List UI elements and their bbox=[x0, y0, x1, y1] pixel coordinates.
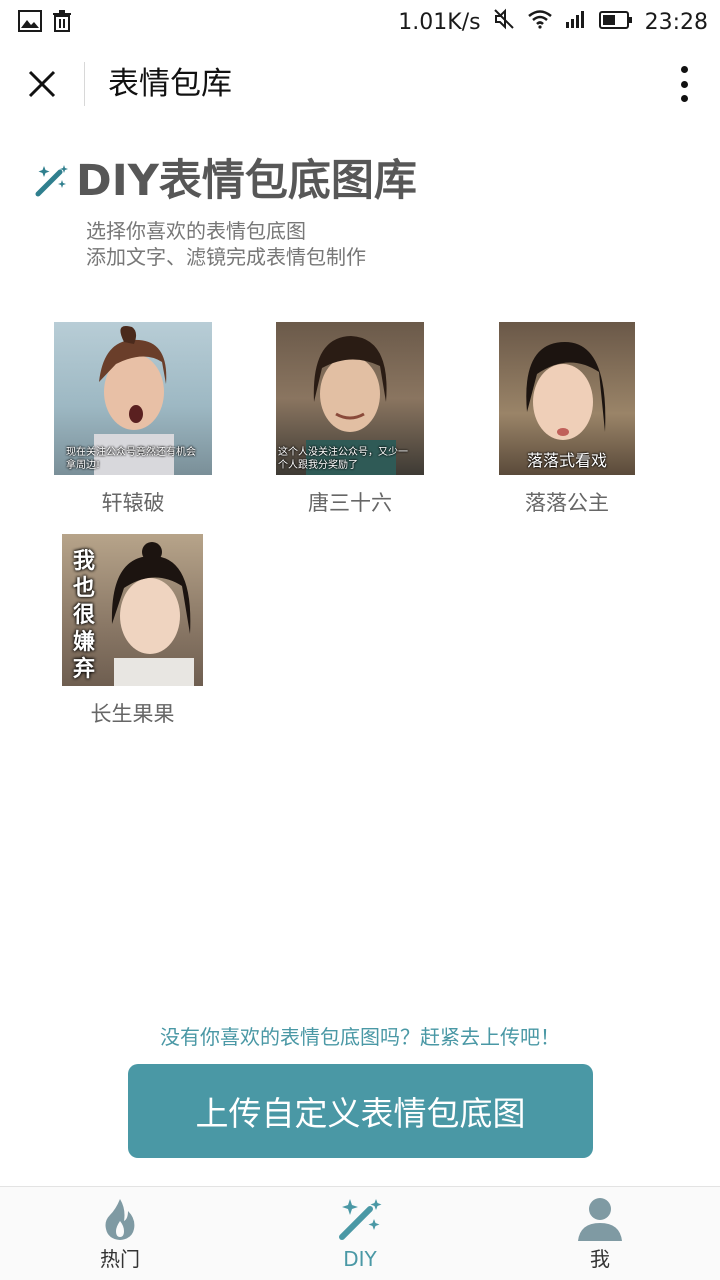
title-divider bbox=[84, 62, 85, 106]
template-name: 落落公主 bbox=[525, 491, 609, 515]
template-caption: 我也很嫌弃 bbox=[72, 549, 95, 682]
close-button[interactable] bbox=[22, 64, 62, 104]
user-icon bbox=[578, 1198, 622, 1241]
nav-item-diy[interactable]: DIY bbox=[240, 1187, 480, 1280]
signal-icon bbox=[565, 9, 587, 35]
magic-wand-icon bbox=[35, 165, 68, 197]
mute-icon bbox=[493, 8, 515, 36]
template-image: 现在关注公众号竟然还有机会拿周边! bbox=[54, 322, 212, 475]
more-button[interactable] bbox=[672, 62, 696, 106]
upload-button[interactable]: 上传自定义表情包底图 bbox=[128, 1064, 593, 1158]
nav-label: 我 bbox=[590, 1247, 610, 1271]
nav-label: DIY bbox=[343, 1247, 377, 1271]
trash-icon bbox=[52, 10, 72, 36]
network-speed: 1.01K/s bbox=[398, 9, 481, 35]
status-bar: 1.01K/s 23:28 bbox=[0, 0, 720, 44]
battery-icon bbox=[598, 10, 633, 35]
template-caption: 现在关注公众号竟然还有机会拿周边! bbox=[66, 447, 196, 471]
more-vertical-icon bbox=[680, 66, 688, 73]
status-right: 1.01K/s 23:28 bbox=[398, 6, 708, 38]
template-name: 唐三十六 bbox=[308, 491, 392, 515]
app-root: 1.01K/s 23:28 表情包库 DIY表情包底图库 选择你喜欢的表情包底图… bbox=[0, 0, 720, 1280]
nav-label: 热门 bbox=[100, 1247, 140, 1271]
close-icon bbox=[28, 70, 56, 98]
flame-icon bbox=[105, 1199, 135, 1240]
magic-wand-icon bbox=[339, 1199, 382, 1240]
banner-title: DIY表情包底图库 bbox=[76, 156, 417, 206]
template-card[interactable]: 落落式看戏 落落公主 bbox=[499, 322, 635, 517]
nav-item-hot[interactable]: 热门 bbox=[0, 1187, 240, 1280]
template-card[interactable]: 现在关注公众号竟然还有机会拿周边! 轩辕破 bbox=[54, 322, 212, 517]
template-caption: 落落式看戏 bbox=[526, 451, 607, 470]
banner: DIY表情包底图库 选择你喜欢的表情包底图 添加文字、滤镜完成表情包制作 bbox=[0, 126, 720, 296]
page-title: 表情包库 bbox=[108, 66, 232, 102]
template-image: 我也很嫌弃 bbox=[62, 534, 203, 686]
banner-subtitle-line2: 添加文字、滤镜完成表情包制作 bbox=[86, 245, 366, 269]
template-card[interactable]: 这个人没关注公众号，又少一个人跟我分奖励了 唐三十六 bbox=[276, 322, 424, 517]
upload-hint[interactable]: 没有你喜欢的表情包底图吗？赶紧去上传吧！ bbox=[0, 1022, 720, 1052]
clock: 23:28 bbox=[644, 9, 708, 35]
status-left bbox=[18, 10, 72, 36]
template-image: 落落式看戏 bbox=[499, 322, 635, 475]
title-bar: 表情包库 bbox=[0, 44, 720, 126]
wifi-icon bbox=[527, 9, 553, 35]
image-icon bbox=[18, 10, 42, 36]
template-card[interactable]: 我也很嫌弃 长生果果 bbox=[62, 534, 203, 728]
template-image: 这个人没关注公众号，又少一个人跟我分奖励了 bbox=[276, 322, 424, 475]
bottom-nav: 热门 DIY 我 bbox=[0, 1186, 720, 1280]
template-caption: 这个人没关注公众号，又少一个人跟我分奖励了 bbox=[278, 447, 408, 471]
nav-item-me[interactable]: 我 bbox=[480, 1187, 720, 1280]
template-name: 轩辕破 bbox=[101, 491, 165, 515]
banner-subtitle-line1: 选择你喜欢的表情包底图 bbox=[86, 219, 306, 243]
template-name: 长生果果 bbox=[90, 702, 175, 726]
